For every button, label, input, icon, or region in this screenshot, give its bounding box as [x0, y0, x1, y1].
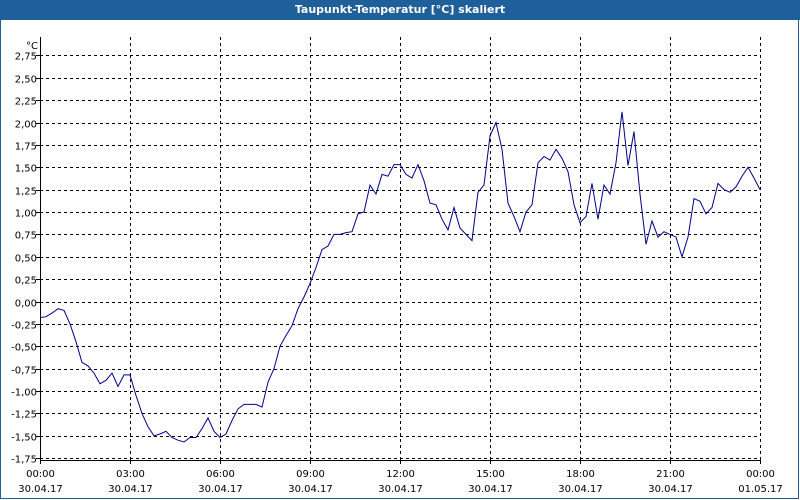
x-tick-date: 30.04.17	[198, 484, 243, 495]
y-tick-label: 0,50	[15, 254, 37, 265]
x-tick-time: 03:00	[116, 469, 145, 480]
x-tick-time: 21:00	[656, 469, 685, 480]
x-tick-time: 00:00	[26, 469, 55, 480]
x-tick-time: 18:00	[566, 469, 595, 480]
y-tick-label: -1,50	[11, 433, 37, 444]
x-tick-date: 30.04.17	[18, 484, 63, 495]
x-tick-date: 30.04.17	[378, 484, 423, 495]
grid-lines	[40, 37, 761, 460]
x-tick-time: 09:00	[296, 469, 325, 480]
x-tick-date: 30.04.17	[288, 484, 333, 495]
y-tick-label: 2,50	[15, 75, 37, 86]
y-tick-label: -0,25	[11, 321, 37, 332]
y-tick-label: 1,75	[15, 142, 37, 153]
chart-area: 2,75 2,50 2,25 2,00 1,75 1,50 1,25 1,00 0,75 0,50…	[11, 37, 783, 495]
x-tick-time: 12:00	[386, 469, 415, 480]
x-tick-date: 30.04.17	[648, 484, 693, 495]
y-tick-label: 1,25	[15, 187, 37, 198]
x-tick-date: 30.04.17	[108, 484, 153, 495]
y-tick-label: 0,75	[15, 231, 37, 242]
y-tick-label: -1,25	[11, 410, 37, 421]
x-tick-time: 06:00	[206, 469, 235, 480]
y-tick-label: 1,00	[15, 209, 37, 220]
y-axis-unit: °C	[26, 41, 38, 52]
axes	[36, 37, 761, 464]
y-tick-label: -1,75	[11, 455, 37, 466]
x-tick-date: 30.04.17	[558, 484, 603, 495]
x-tick-time: 15:00	[476, 469, 505, 480]
y-tick-label: -1,00	[11, 388, 37, 399]
x-tick-date: 01.05.17	[738, 484, 783, 495]
y-axis-labels: 2,75 2,50 2,25 2,00 1,75 1,50 1,25 1,00 0,75 0,50…	[11, 52, 37, 466]
y-tick-label: 0,25	[15, 276, 37, 287]
y-tick-label: 2,25	[15, 97, 37, 108]
x-axis-labels: 00:00 30.04.17 03:00 30.04.17 06:00 30.04.17 0…	[18, 469, 783, 495]
y-tick-label: 2,75	[15, 52, 37, 63]
y-tick-label: -0,75	[11, 366, 37, 377]
y-tick-label: -0,50	[11, 343, 37, 354]
y-tick-label: 1,50	[15, 164, 37, 175]
y-tick-label: 2,00	[15, 120, 37, 131]
x-tick-time: 00:00	[746, 469, 775, 480]
y-tick-label: 0,00	[15, 299, 37, 310]
x-tick-date: 30.04.17	[468, 484, 513, 495]
